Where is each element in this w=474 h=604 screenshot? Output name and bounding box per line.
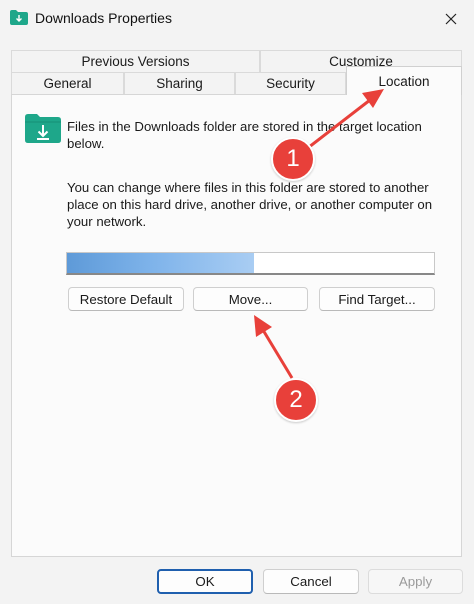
move-button[interactable]: Move... (193, 287, 308, 311)
target-path-field[interactable] (66, 252, 435, 275)
apply-button[interactable]: Apply (368, 569, 463, 594)
tab-security[interactable]: Security (235, 72, 346, 94)
location-info-text: Files in the Downloads folder are stored… (67, 119, 422, 151)
location-panel (11, 94, 462, 557)
folder-download-icon (25, 113, 61, 143)
restore-default-button[interactable]: Restore Default (68, 287, 184, 311)
tab-general[interactable]: General (11, 72, 124, 94)
annotation-badge-1: 1 (271, 137, 315, 181)
ok-button[interactable]: OK (157, 569, 253, 594)
tab-location[interactable]: Location (346, 66, 462, 95)
find-target-button[interactable]: Find Target... (319, 287, 435, 311)
tab-sharing[interactable]: Sharing (124, 72, 235, 94)
title-bar: Downloads Properties (0, 0, 474, 38)
cancel-button[interactable]: Cancel (263, 569, 359, 594)
change-location-text: You can change where files in this folde… (67, 180, 433, 229)
close-icon (445, 13, 457, 25)
annotation-badge-2: 2 (274, 378, 318, 422)
window-title: Downloads Properties (35, 10, 172, 26)
close-button[interactable] (428, 0, 474, 38)
path-redaction (67, 253, 255, 273)
tab-previous-versions[interactable]: Previous Versions (11, 50, 260, 72)
folder-download-icon (10, 10, 28, 25)
